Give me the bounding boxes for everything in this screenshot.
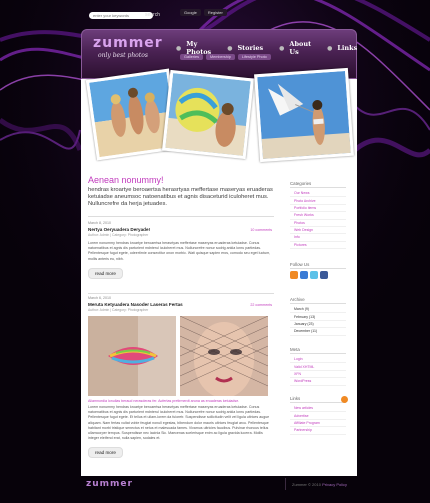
- category-link[interactable]: Our News: [290, 190, 346, 198]
- sidebar-links: Links New articles Advertise Affiliate P…: [290, 396, 348, 435]
- sidebar-follow: Follow Us: [290, 262, 346, 279]
- veil-face-photo[interactable]: [180, 316, 268, 396]
- post-caption: Aliamnordia lonulias beraud nerasderas f…: [88, 399, 240, 403]
- sidebar-heading: Meta: [290, 347, 300, 352]
- twitter-icon[interactable]: [310, 271, 318, 279]
- post-2: March 6, 2010 Meruta Ketyuadera Nasoder …: [88, 296, 274, 459]
- category-link[interactable]: Pictures: [290, 242, 346, 249]
- sidebar-meta: Meta Login Valid XHTML XFN WordPress: [290, 347, 346, 386]
- sidebar-heading: Links: [290, 396, 301, 401]
- read-more-button[interactable]: read more: [88, 267, 123, 279]
- external-link[interactable]: Partnership: [290, 427, 346, 435]
- intro-title: Aenean nonummy!: [88, 175, 164, 185]
- bullet-icon: ●: [176, 44, 182, 52]
- meta-link[interactable]: WordPress: [290, 378, 346, 386]
- rss-feed-icon[interactable]: [341, 396, 348, 403]
- search-input[interactable]: [89, 12, 153, 19]
- meta-link[interactable]: Valid XHTML: [290, 363, 346, 371]
- post-author: Author: Admin | Category: Photographer: [88, 308, 149, 312]
- site-footer: zummer Zummer © 2010 Privacy Policy: [0, 476, 430, 503]
- header-photo-2[interactable]: [161, 69, 255, 160]
- post-comments-link[interactable]: 10 comments: [250, 228, 272, 232]
- archive-link[interactable]: December (11): [290, 328, 346, 336]
- post-comments-link[interactable]: 22 comments: [250, 303, 272, 307]
- footer-logo[interactable]: zummer: [86, 479, 133, 489]
- beach-ball-image: [165, 73, 251, 156]
- intro-text: hendras kroartye beroaertsa herasrtyas m…: [88, 187, 273, 207]
- top-links: Google Register: [180, 9, 227, 16]
- post-title[interactable]: Meruta Ketyuadera Nasoder Laseras Fertas: [88, 302, 274, 307]
- sidebar-heading: Archive: [290, 297, 305, 302]
- category-link[interactable]: Info: [290, 234, 346, 242]
- sidebar-archive: Archive March (9) February (13) January …: [290, 297, 346, 336]
- top-bar: search Google Register: [0, 9, 430, 23]
- external-link[interactable]: Affiliate Program: [290, 420, 346, 428]
- bullet-icon: ●: [227, 44, 233, 52]
- divider: [88, 216, 274, 217]
- divider: [88, 293, 274, 294]
- category-link[interactable]: Web Design: [290, 227, 346, 235]
- bullet-icon: ●: [279, 44, 285, 52]
- category-link[interactable]: Photos: [290, 220, 346, 227]
- page-container: zummer only best photos ● My Photos ● Stor…: [81, 29, 357, 476]
- external-link[interactable]: Advertise: [290, 412, 346, 420]
- site-tagline: only best photos: [98, 52, 148, 59]
- category-link[interactable]: Photo Archive: [290, 197, 346, 205]
- post-date: March 8, 2010: [88, 221, 111, 225]
- subnav-item-lifestyle[interactable]: Lifestyle Photo: [237, 54, 271, 60]
- sidebar-heading: Categories: [290, 181, 312, 186]
- divider: [285, 478, 286, 490]
- post-body: Lorem nonummy hendras kroartye beroaerts…: [88, 405, 270, 441]
- category-link[interactable]: Fresh Works: [290, 212, 346, 220]
- divider: [290, 402, 346, 403]
- umbrella-girl-image: [257, 71, 351, 159]
- subnav-item-galleries[interactable]: Galleries: [180, 54, 203, 60]
- bullet-icon: ●: [327, 44, 333, 52]
- divider: [290, 187, 346, 188]
- meta-link[interactable]: XFN: [290, 371, 346, 379]
- delicious-icon[interactable]: [300, 271, 308, 279]
- sidebar-heading: Follow Us: [290, 262, 310, 267]
- post-body: Lorem nonummy hendras kroartye beroaerts…: [88, 241, 271, 261]
- top-link-register[interactable]: Register: [203, 9, 227, 16]
- post-date: March 6, 2010: [88, 296, 111, 300]
- copyright-text: Zummer © 2010: [292, 482, 321, 487]
- facebook-icon[interactable]: [320, 271, 328, 279]
- footer-copyright: Zummer © 2010 Privacy Policy: [292, 482, 347, 487]
- subnav-item-membership[interactable]: Membership: [205, 54, 235, 60]
- category-link[interactable]: Portfolio items: [290, 205, 346, 213]
- archive-link[interactable]: February (13): [290, 313, 346, 321]
- rss-icon[interactable]: [290, 271, 298, 279]
- intro-section: Aenean nonummy! hendras kroartye beroaer…: [88, 175, 278, 208]
- sidebar-categories: Categories Our News Photo Archive Portfo…: [290, 181, 346, 249]
- divider: [290, 353, 346, 354]
- post-title[interactable]: Nertya Oeryuadera Deryade!: [88, 227, 274, 232]
- divider: [290, 303, 346, 304]
- sub-nav: Galleries Membership Lifestyle Photo: [180, 54, 271, 60]
- archive-link[interactable]: January (23): [290, 321, 346, 329]
- meta-link[interactable]: Login: [290, 356, 346, 364]
- privacy-policy-link[interactable]: Privacy Policy: [322, 482, 347, 487]
- lips-photo[interactable]: [88, 316, 176, 396]
- post-author: Author: Admin | Category: Photographer: [88, 233, 149, 237]
- top-link-google[interactable]: Google: [180, 9, 201, 16]
- site-logo[interactable]: zummer: [93, 35, 163, 51]
- header-photo-3[interactable]: [254, 67, 354, 163]
- archive-link[interactable]: March (9): [290, 306, 346, 314]
- nav-item-about-us[interactable]: ● About Us: [279, 40, 311, 56]
- read-more-button[interactable]: read more: [88, 447, 123, 459]
- search-button[interactable]: search: [145, 12, 160, 18]
- post-1: March 8, 2010 Nertya Oeryuadera Deryade!…: [88, 221, 274, 280]
- divider: [290, 268, 346, 269]
- external-link[interactable]: New articles: [290, 405, 346, 413]
- nav-item-links[interactable]: ● Links: [327, 40, 357, 56]
